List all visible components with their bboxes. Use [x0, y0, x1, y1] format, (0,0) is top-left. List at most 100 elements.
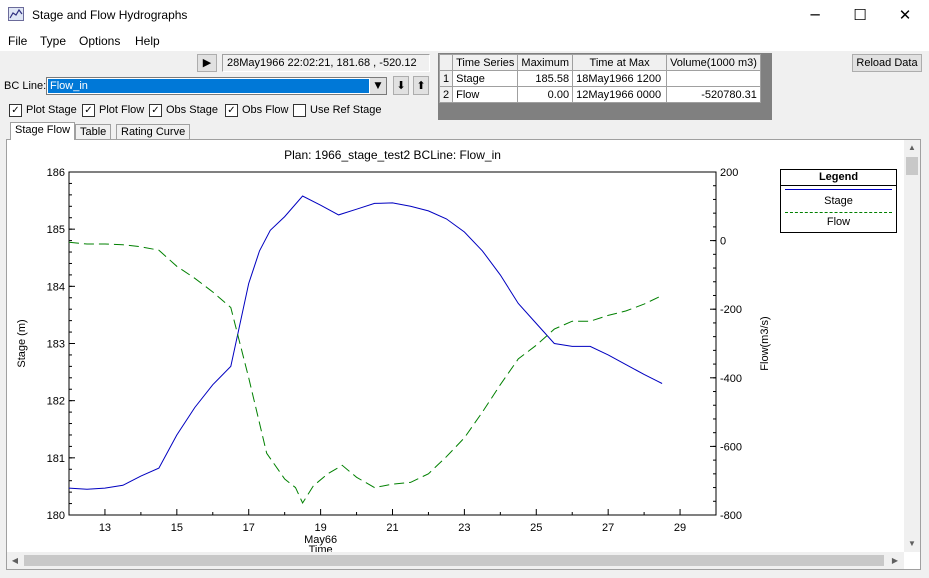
bc-line-selected-value: Flow_in	[48, 79, 369, 93]
legend-label-flow: Flow	[826, 216, 851, 228]
table-row[interactable]: 2 Flow 0.00 12May1966 0000 -520780.31	[438, 86, 761, 103]
y-tick-label: 180	[47, 510, 65, 522]
menu-file[interactable]: File	[8, 34, 27, 48]
checkbox-box[interactable]: ✓	[82, 104, 95, 117]
arrow-down-button[interactable]: ⬇	[393, 76, 409, 95]
table-cell[interactable]: 18May1966 1200	[572, 70, 668, 87]
series-line-flow	[68, 241, 663, 505]
table-cell[interactable]: 12May1966 0000	[572, 86, 668, 103]
table-cell[interactable]: 185.58	[517, 70, 574, 87]
bc-line-select[interactable]: Flow_in ▼	[46, 77, 387, 95]
table-cell[interactable]	[666, 70, 761, 87]
table-header: Time Series	[452, 54, 519, 71]
x-tick-label: 25	[530, 522, 542, 534]
y-tick-label: 184	[47, 281, 65, 293]
scroll-right-icon[interactable]: ▶	[887, 552, 903, 569]
minimize-icon[interactable]: ─	[792, 0, 838, 31]
x-tick-label: 19	[314, 522, 326, 534]
legend-title: Legend	[818, 171, 859, 183]
plot-stage-checkbox[interactable]: ✓ Plot Stage	[9, 103, 89, 119]
tab-table[interactable]: Table	[75, 124, 112, 140]
horizontal-scroll-thumb[interactable]	[24, 555, 884, 566]
table-cell[interactable]: Flow	[452, 86, 519, 103]
x-axis-label: Time	[309, 544, 333, 552]
arrow-up-button[interactable]: ⬆	[413, 76, 429, 95]
obs-stage-checkbox[interactable]: ✓ Obs Stage	[149, 103, 224, 119]
table-row[interactable]: 1 Stage 185.58 18May1966 1200	[438, 70, 761, 87]
table-header: Time at Max	[572, 54, 668, 71]
table-corner	[438, 54, 454, 71]
x-tick-label: 29	[674, 522, 686, 534]
table-cell[interactable]: Stage	[452, 70, 519, 87]
row-number: 2	[438, 86, 454, 103]
title-bar[interactable]: Stage and Flow Hydrographs ─ ☐ ✕	[0, 0, 929, 31]
table-cell[interactable]: 0.00	[517, 86, 574, 103]
tab-stage-flow[interactable]: Stage Flow	[10, 122, 76, 140]
plot-panel[interactable]: Plan: 1966_stage_test2 BCLine: Flow_in 13…	[6, 139, 921, 570]
maximize-icon[interactable]: ☐	[837, 0, 883, 31]
play-button[interactable]: ▶	[197, 54, 217, 72]
checkbox-label: Plot Flow	[99, 104, 145, 116]
hydrograph-chart[interactable]: Plan: 1966_stage_test2 BCLine: Flow_in 13…	[7, 140, 904, 552]
table-header: Maximum	[517, 54, 574, 71]
y-tick-label: 185	[47, 224, 65, 236]
summary-table: Time Series Maximum Time at Max Volume(1…	[438, 54, 761, 103]
vertical-scroll-thumb[interactable]	[906, 157, 918, 175]
chart-title: Plan: 1966_stage_test2 BCLine: Flow_in	[284, 148, 501, 162]
y-axis-label: Stage (m)	[16, 319, 28, 367]
menu-bar: File Type Options Help	[0, 31, 929, 51]
x-tick-label: 15	[171, 522, 183, 534]
plot-area-border	[68, 171, 717, 516]
checkbox-box[interactable]	[293, 104, 306, 117]
series-line-stage	[68, 195, 663, 490]
menu-type[interactable]: Type	[40, 34, 66, 48]
checkbox-box[interactable]: ✓	[149, 104, 162, 117]
y2-tick-label: -600	[720, 441, 742, 453]
legend-line-stage	[785, 189, 892, 190]
y2-tick-label: -800	[720, 510, 742, 522]
x-tick-label: 27	[602, 522, 614, 534]
table-header-row: Time Series Maximum Time at Max Volume(1…	[438, 54, 761, 71]
chart-legend: Legend Stage Flow	[780, 169, 897, 233]
tab-rating-curve[interactable]: Rating Curve	[116, 124, 191, 140]
y-tick-label: 183	[47, 339, 65, 351]
cursor-readout: 28May1966 22:02:21, 181.68 , -520.12	[222, 54, 430, 72]
y2-tick-label: 200	[720, 167, 738, 179]
checkbox-label: Use Ref Stage	[310, 104, 382, 116]
reload-data-button[interactable]: Reload Data	[852, 54, 922, 72]
vertical-scrollbar[interactable]: ▲ ▼	[904, 140, 920, 552]
summary-table-panel: Time Series Maximum Time at Max Volume(1…	[438, 53, 772, 120]
legend-divider	[781, 185, 896, 186]
obs-flow-checkbox[interactable]: ✓ Obs Flow	[225, 103, 295, 119]
y-tick-label: 186	[47, 167, 65, 179]
menu-options[interactable]: Options	[79, 34, 120, 48]
checkbox-label: Obs Stage	[166, 104, 218, 116]
row-number: 1	[438, 70, 454, 87]
use-ref-stage-checkbox[interactable]: Use Ref Stage	[293, 103, 383, 119]
menu-help[interactable]: Help	[135, 34, 160, 48]
checkbox-box[interactable]: ✓	[9, 104, 22, 117]
bc-line-label: BC Line:	[4, 80, 47, 92]
close-icon[interactable]: ✕	[882, 0, 928, 31]
y2-axis-label: Flow(m3/s)	[759, 316, 771, 370]
y2-tick-label: -200	[720, 304, 742, 316]
plot-flow-checkbox[interactable]: ✓ Plot Flow	[82, 103, 152, 119]
hydrograph-app-icon	[8, 7, 24, 21]
window-title: Stage and Flow Hydrographs	[32, 8, 188, 22]
checkbox-label: Plot Stage	[26, 104, 77, 116]
scroll-down-icon[interactable]: ▼	[904, 536, 920, 552]
scroll-up-icon[interactable]: ▲	[904, 140, 920, 156]
x-tick-label: 23	[458, 522, 470, 534]
y2-tick-label: -400	[720, 373, 742, 385]
scroll-left-icon[interactable]: ◀	[7, 552, 23, 569]
table-cell[interactable]: -520780.31	[666, 86, 761, 103]
x-tick-label: 13	[99, 522, 111, 534]
table-header: Volume(1000 m3)	[666, 54, 761, 71]
legend-line-flow	[785, 212, 892, 213]
chevron-down-icon[interactable]: ▼	[370, 78, 386, 94]
checkbox-box[interactable]: ✓	[225, 104, 238, 117]
y-tick-label: 182	[47, 396, 65, 408]
x-tick-label: 17	[243, 522, 255, 534]
horizontal-scrollbar[interactable]: ◀ ▶	[7, 552, 904, 569]
y2-tick-label: 0	[720, 236, 726, 248]
